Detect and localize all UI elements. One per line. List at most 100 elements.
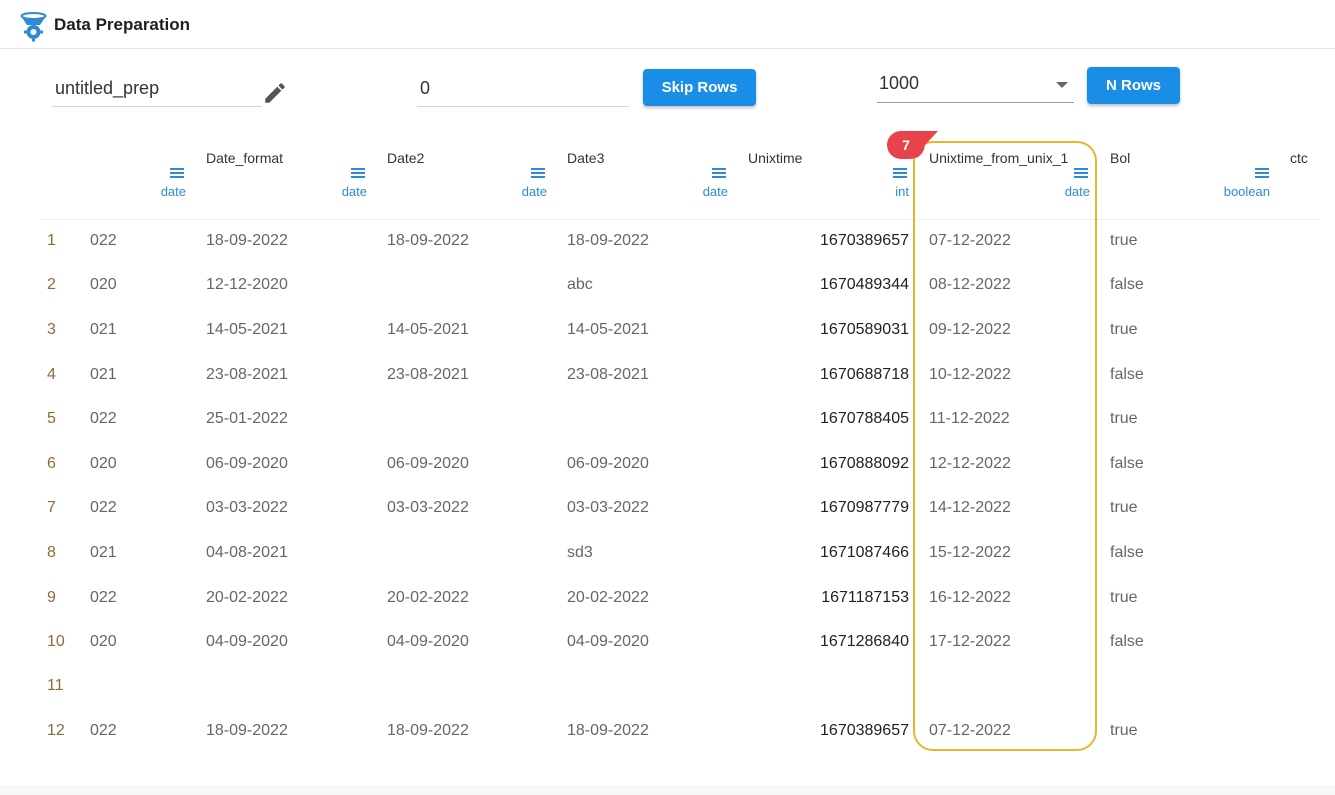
row-number: 2 bbox=[47, 276, 56, 293]
table-cell[interactable]: 1671187153 bbox=[769, 589, 909, 607]
pencil-edit-icon[interactable] bbox=[262, 80, 288, 106]
table-cell[interactable]: abc bbox=[567, 276, 593, 294]
skip-rows-button[interactable]: Skip Rows bbox=[643, 69, 756, 106]
table-cell[interactable]: false bbox=[1110, 455, 1144, 473]
column-menu-icon[interactable] bbox=[351, 168, 365, 180]
column-type-label[interactable]: date bbox=[490, 184, 547, 199]
table-cell[interactable]: false bbox=[1110, 544, 1144, 562]
column-menu-icon[interactable] bbox=[531, 168, 545, 180]
table-cell[interactable]: 021 bbox=[90, 544, 117, 562]
table-cell[interactable]: 03-03-2022 bbox=[567, 499, 649, 517]
table-cell[interactable]: 1671087466 bbox=[769, 544, 909, 562]
table-cell[interactable]: 1670888092 bbox=[769, 455, 909, 473]
table-cell[interactable]: 1671286840 bbox=[769, 633, 909, 651]
table-cell[interactable]: 18-09-2022 bbox=[387, 722, 469, 740]
step-number: 7 bbox=[902, 137, 910, 153]
table-cell[interactable]: 1670389657 bbox=[769, 232, 909, 250]
column-type-label[interactable]: date bbox=[310, 184, 367, 199]
table-cell[interactable]: 022 bbox=[90, 499, 117, 517]
skip-rows-input[interactable] bbox=[417, 70, 629, 106]
table-cell[interactable]: 1670688718 bbox=[769, 366, 909, 384]
column-menu-icon[interactable] bbox=[712, 168, 726, 180]
dropdown-caret-icon bbox=[1056, 82, 1068, 88]
column-type-label[interactable]: int bbox=[850, 184, 909, 199]
table-cell[interactable]: 18-09-2022 bbox=[206, 722, 288, 740]
table-cell[interactable]: true bbox=[1110, 499, 1138, 517]
n-rows-select[interactable]: 1000 bbox=[877, 67, 1074, 103]
row-number: 6 bbox=[47, 455, 56, 472]
table-cell[interactable]: 1670589031 bbox=[769, 321, 909, 339]
table-cell[interactable]: true bbox=[1110, 410, 1138, 428]
row-number: 10 bbox=[47, 633, 65, 650]
table-cell[interactable]: 06-09-2020 bbox=[567, 455, 649, 473]
column-header-ctc[interactable]: ctc bbox=[1290, 150, 1308, 166]
table-cell[interactable]: 23-08-2021 bbox=[387, 366, 469, 384]
table-cell[interactable]: 18-09-2022 bbox=[387, 232, 469, 250]
table-cell[interactable]: 03-03-2022 bbox=[206, 499, 288, 517]
table-cell[interactable]: 022 bbox=[90, 589, 117, 607]
table-cell[interactable]: 04-09-2020 bbox=[206, 633, 288, 651]
table-cell[interactable]: 06-09-2020 bbox=[206, 455, 288, 473]
table-cell[interactable]: 25-01-2022 bbox=[206, 410, 288, 428]
column-menu-icon[interactable] bbox=[170, 168, 184, 180]
table-cell[interactable]: 1670389657 bbox=[769, 722, 909, 740]
table-cell[interactable]: 1670987779 bbox=[769, 499, 909, 517]
table-cell[interactable]: 20-02-2022 bbox=[206, 589, 288, 607]
table-cell[interactable]: true bbox=[1110, 722, 1138, 740]
table-cell[interactable]: 020 bbox=[90, 455, 117, 473]
row-number: 12 bbox=[47, 722, 65, 739]
table-cell[interactable]: 12-12-2020 bbox=[206, 276, 288, 294]
table-cell[interactable]: 021 bbox=[90, 366, 117, 384]
column-menu-icon[interactable] bbox=[893, 168, 907, 180]
table-cell[interactable]: 1670489344 bbox=[769, 276, 909, 294]
row-number: 1 bbox=[47, 232, 56, 249]
top-bar: Data Preparation bbox=[0, 0, 1335, 49]
table-cell[interactable]: 23-08-2021 bbox=[206, 366, 288, 384]
column-menu-icon[interactable] bbox=[1255, 168, 1269, 180]
column-type-label[interactable]: date bbox=[670, 184, 728, 199]
prep-name-input[interactable] bbox=[52, 70, 262, 106]
column-header-date3[interactable]: Date3 bbox=[567, 150, 604, 166]
table-cell[interactable]: 022 bbox=[90, 722, 117, 740]
column-type-label[interactable]: date bbox=[130, 184, 186, 199]
table-cell[interactable]: 20-02-2022 bbox=[567, 589, 649, 607]
app-title: Data Preparation bbox=[54, 15, 191, 34]
table-cell[interactable]: 14-05-2021 bbox=[206, 321, 288, 339]
table-cell[interactable]: 23-08-2021 bbox=[567, 366, 649, 384]
skip-rows-field[interactable] bbox=[417, 70, 629, 107]
table-cell[interactable]: 020 bbox=[90, 276, 117, 294]
table-cell[interactable]: 04-09-2020 bbox=[387, 633, 469, 651]
table-cell[interactable]: 20-02-2022 bbox=[387, 589, 469, 607]
table-cell[interactable]: false bbox=[1110, 366, 1144, 384]
prep-name-field[interactable] bbox=[52, 70, 262, 107]
table-cell[interactable]: 021 bbox=[90, 321, 117, 339]
table-cell[interactable]: 18-09-2022 bbox=[206, 232, 288, 250]
table-cell[interactable]: 06-09-2020 bbox=[387, 455, 469, 473]
table-cell[interactable]: false bbox=[1110, 276, 1144, 294]
table-cell[interactable]: true bbox=[1110, 589, 1138, 607]
data-prep-logo-icon bbox=[20, 12, 47, 42]
column-header-date2[interactable]: Date2 bbox=[387, 150, 424, 166]
table-cell[interactable]: 022 bbox=[90, 410, 117, 428]
table-cell[interactable]: false bbox=[1110, 633, 1144, 651]
n-rows-button[interactable]: N Rows bbox=[1087, 67, 1180, 104]
table-cell[interactable]: sd3 bbox=[567, 544, 593, 562]
table-cell[interactable]: 18-09-2022 bbox=[567, 232, 649, 250]
table-cell[interactable]: 04-09-2020 bbox=[567, 633, 649, 651]
row-number: 7 bbox=[47, 499, 56, 516]
table-cell[interactable]: 04-08-2021 bbox=[206, 544, 288, 562]
table-cell[interactable]: 03-03-2022 bbox=[387, 499, 469, 517]
row-number: 3 bbox=[47, 321, 56, 338]
column-header-unixtime[interactable]: Unixtime bbox=[748, 150, 802, 166]
column-type-label[interactable]: boolean bbox=[1200, 184, 1270, 199]
table-cell[interactable]: 020 bbox=[90, 633, 117, 651]
table-cell[interactable]: 022 bbox=[90, 232, 117, 250]
table-cell[interactable]: true bbox=[1110, 321, 1138, 339]
table-cell[interactable]: true bbox=[1110, 232, 1138, 250]
column-header-date-format[interactable]: Date_format bbox=[206, 150, 283, 166]
table-cell[interactable]: 14-05-2021 bbox=[567, 321, 649, 339]
column-header-bol[interactable]: Bol bbox=[1110, 150, 1130, 166]
table-cell[interactable]: 1670788405 bbox=[769, 410, 909, 428]
table-cell[interactable]: 18-09-2022 bbox=[567, 722, 649, 740]
table-cell[interactable]: 14-05-2021 bbox=[387, 321, 469, 339]
